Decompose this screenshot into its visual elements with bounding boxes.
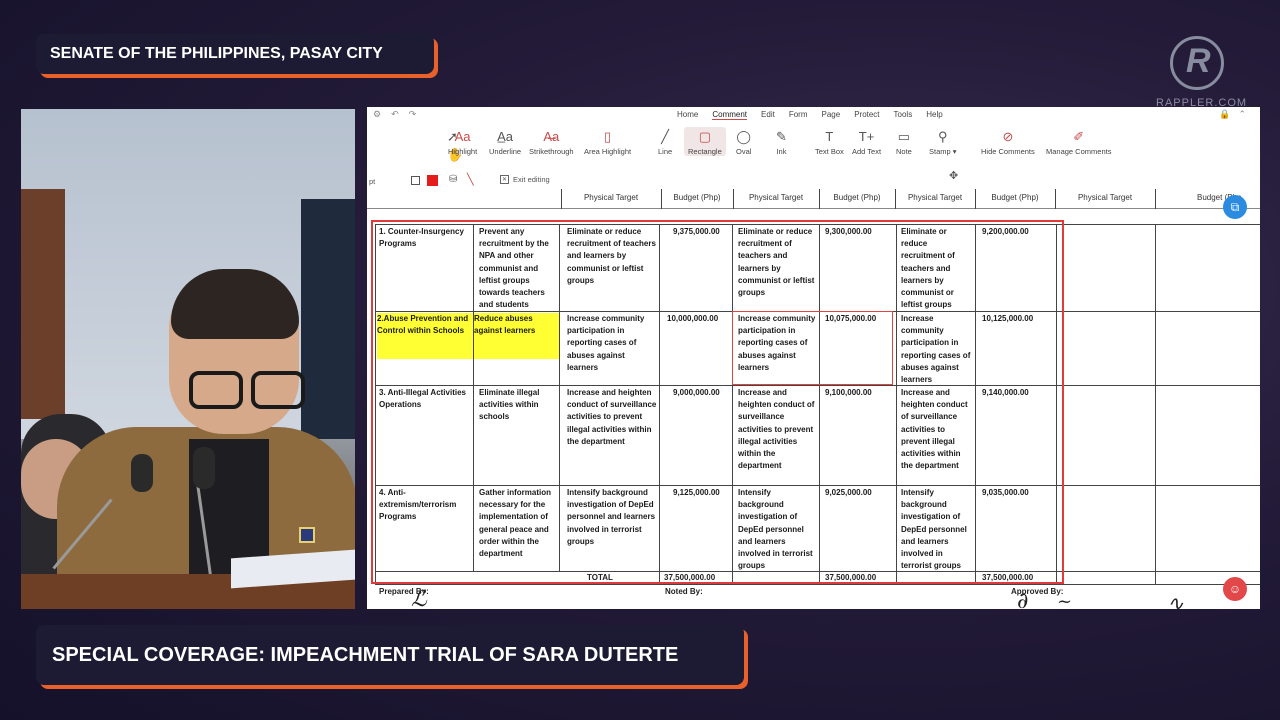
oval-icon: ◯ <box>736 129 751 144</box>
column-header: Physical Target <box>907 193 963 202</box>
tab-comment[interactable]: Comment <box>712 110 748 120</box>
rectangle-icon: ▢ <box>698 129 712 144</box>
column-header: Budget (Php) <box>991 193 1039 202</box>
line-button[interactable]: ╱ Line <box>658 127 672 156</box>
column-header: Physical Target <box>748 193 804 202</box>
oval-button[interactable]: ◯ Oval <box>736 127 751 156</box>
column-header: Budget (Php) <box>673 193 721 202</box>
border-style-icon[interactable] <box>411 176 420 185</box>
manage-comments-button[interactable]: ✐ Manage Comments <box>1046 127 1111 156</box>
comment-toolbar: ➚ ✋ Aa Highlight A̲a Underline A̶a Striketh… <box>367 127 1260 167</box>
tab-edit[interactable]: Edit <box>761 110 775 120</box>
add-text-icon: T+ <box>858 129 875 144</box>
chevron-up-icon[interactable]: ⌃ <box>1238 109 1246 120</box>
logo-mark: R <box>1186 42 1211 80</box>
move-icon[interactable]: ✥ <box>949 169 958 182</box>
exit-editing-button[interactable]: ✕ Exit editing <box>500 175 550 184</box>
ink-icon: ✎ <box>776 129 787 144</box>
tab-protect[interactable]: Protect <box>854 110 879 120</box>
highlight-button[interactable]: Aa Highlight <box>448 127 477 156</box>
note-button[interactable]: ▭ Note <box>896 127 912 156</box>
hide-comments-icon: ⊘ <box>1002 129 1014 144</box>
noted-by-label: Noted By: <box>665 587 703 596</box>
table-header-row: Physical Target Budget (Php) Physical Ta… <box>367 189 1260 209</box>
rectangle-annotation[interactable] <box>732 311 893 385</box>
manage-comments-icon: ✐ <box>1073 129 1085 144</box>
microphone-icon <box>131 454 153 492</box>
text-box-button[interactable]: T Text Box <box>815 127 844 156</box>
tab-form[interactable]: Form <box>789 110 808 120</box>
signature-mark: ∂ <box>1017 589 1029 609</box>
translate-icon[interactable]: ⧉ <box>1223 195 1247 219</box>
highlight-icon: Aa <box>454 129 471 144</box>
rappler-logo: R RAPPLER.COM <box>1146 34 1246 114</box>
hide-comments-button[interactable]: ⊘ Hide Comments <box>981 127 1035 156</box>
location-banner: SENATE OF THE PHILIPPINES, PASAY CITY <box>36 34 434 74</box>
glasses-icon <box>189 371 319 411</box>
wood-panel <box>21 189 65 419</box>
menu-bar: ⚙ ↶ ↷ Home Comment Edit Form Page Protec… <box>367 107 1260 125</box>
text-box-icon: T <box>825 129 834 144</box>
assistant-icon[interactable]: ☺ <box>1223 577 1247 601</box>
exit-icon: ✕ <box>500 175 509 184</box>
lapel-pin-icon <box>299 527 315 543</box>
properties-bar: pt ⛁ ╲ ✕ Exit editing <box>367 173 1260 189</box>
stamp-button[interactable]: ⚲ Stamp ▾ <box>929 127 957 156</box>
column-header: Physical Target <box>1077 193 1133 202</box>
column-header: Budget (Php) <box>833 193 881 202</box>
pdf-viewer: ⚙ ↶ ↷ Home Comment Edit Form Page Protec… <box>367 107 1260 609</box>
add-text-button[interactable]: T+ Add Text <box>852 127 881 156</box>
line-icon: ╱ <box>661 129 669 144</box>
strikethrough-button[interactable]: A̶a Strikethrough <box>529 127 574 156</box>
lock-icon[interactable]: 🔒 <box>1219 109 1230 120</box>
undo-icon[interactable]: ↶ <box>391 109 399 120</box>
tab-tools[interactable]: Tools <box>894 110 913 120</box>
tab-home[interactable]: Home <box>677 110 698 120</box>
fill-bucket-icon[interactable]: ⛁ <box>449 174 457 185</box>
coverage-banner: SPECIAL COVERAGE: IMPEACHMENT TRIAL OF S… <box>36 625 744 685</box>
tab-page[interactable]: Page <box>822 110 841 120</box>
no-fill-icon[interactable]: ╲ <box>467 173 474 186</box>
tab-help[interactable]: Help <box>926 110 942 120</box>
rectangle-button[interactable]: ▢ Rectangle <box>684 127 726 156</box>
rectangle-annotation[interactable] <box>371 220 1064 584</box>
area-highlight-icon: ▯ <box>603 129 612 144</box>
video-feed <box>21 109 355 609</box>
underline-button[interactable]: A̲a Underline <box>489 127 521 156</box>
underline-icon: A̲a <box>497 129 513 144</box>
signature-mark: ~ <box>1057 591 1073 609</box>
signature-mark: ℒ <box>411 587 427 609</box>
ink-button[interactable]: ✎ Ink <box>776 127 787 156</box>
stroke-width-label[interactable]: pt <box>369 177 375 186</box>
signature-mark: ∿ <box>1167 591 1184 609</box>
stamp-icon: ⚲ <box>938 129 948 144</box>
settings-icon[interactable]: ⚙ <box>373 109 381 120</box>
redo-icon[interactable]: ↷ <box>409 109 417 120</box>
microphone-icon <box>193 447 215 489</box>
strikethrough-icon: A̶a <box>543 129 560 144</box>
area-highlight-button[interactable]: ▯ Area Highlight <box>584 127 631 156</box>
note-icon: ▭ <box>897 129 911 144</box>
column-header: Physical Target <box>583 193 639 202</box>
stroke-color-swatch[interactable] <box>427 175 438 186</box>
